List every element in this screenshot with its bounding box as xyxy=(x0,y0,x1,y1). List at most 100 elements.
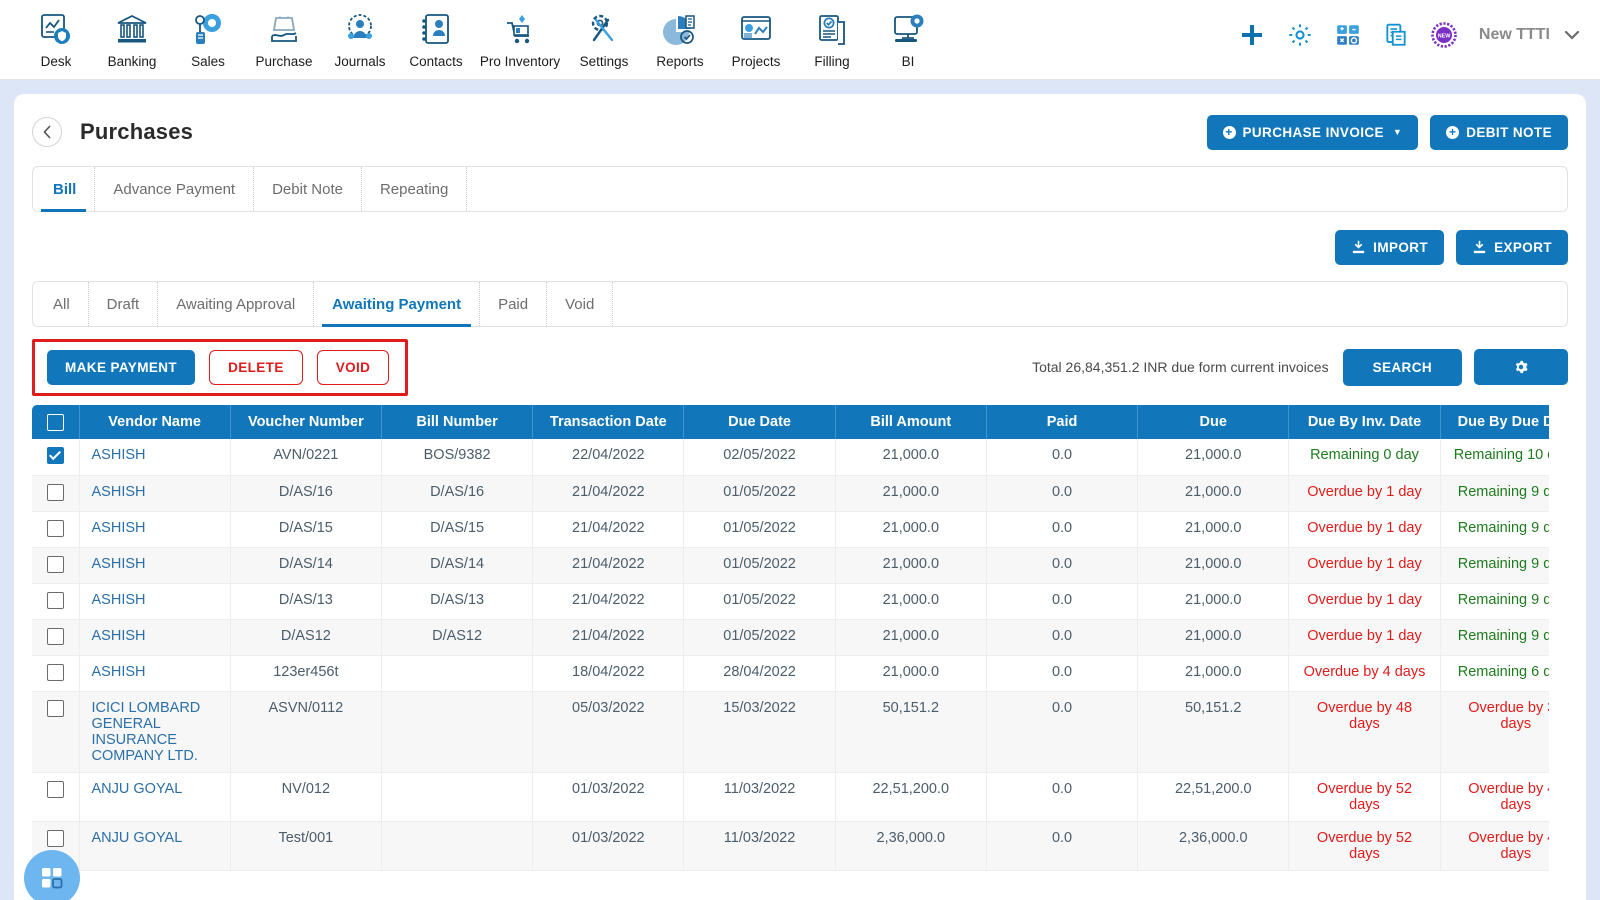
cell-due-by-due: Overdue by 38 days xyxy=(1440,691,1549,773)
make-payment-button[interactable]: MAKE PAYMENT xyxy=(47,349,196,385)
tab-void[interactable]: Void xyxy=(547,282,614,326)
vendor-link[interactable]: ASHISH xyxy=(92,592,146,608)
cell-vendor[interactable]: ICICI LOMBARD GENERAL INSURANCE COMPANY … xyxy=(79,691,231,773)
nav-item-sales[interactable]: Sales xyxy=(170,6,246,69)
cell-due: 22,51,200.0 xyxy=(1137,772,1290,822)
tab-paid[interactable]: Paid xyxy=(480,282,548,326)
nav-item-pro-inventory[interactable]: Pro Inventory xyxy=(474,6,566,69)
new-badge-icon[interactable]: NEW xyxy=(1431,22,1457,48)
calculator-icon[interactable] xyxy=(1335,22,1361,48)
cell-vendor[interactable]: ASHISH xyxy=(79,619,231,656)
debit-note-button[interactable]: + DEBIT NOTE xyxy=(1430,114,1568,150)
svg-text:NEW: NEW xyxy=(1438,33,1451,39)
vendor-link[interactable]: ASHISH xyxy=(92,664,146,680)
tab-bill[interactable]: Bill xyxy=(33,167,96,212)
void-button[interactable]: VOID xyxy=(316,349,390,385)
nav-item-banking[interactable]: Banking xyxy=(94,6,170,69)
table-row[interactable]: ASHISH D/AS/15 D/AS/15 21/04/2022 01/05/2022… xyxy=(32,511,1549,548)
tab-awaiting-payment[interactable]: Awaiting Payment xyxy=(314,282,481,327)
vendor-link[interactable]: ASHISH xyxy=(92,447,146,463)
search-button[interactable]: SEARCH xyxy=(1342,348,1462,386)
nav-item-purchase[interactable]: Purchase xyxy=(246,6,322,69)
vendor-link[interactable]: ASHISH xyxy=(92,520,146,536)
row-checkbox[interactable] xyxy=(46,447,64,464)
import-label: IMPORT xyxy=(1373,240,1429,255)
table-row[interactable]: ASHISH 123er456t 18/04/2022 28/04/2022 21,00… xyxy=(32,655,1549,692)
select-all-header[interactable] xyxy=(32,405,80,439)
cell-vendor[interactable]: ASHISH xyxy=(79,583,231,620)
row-checkbox[interactable] xyxy=(46,627,64,645)
reports-pie-icon xyxy=(662,8,698,52)
cell-vendor[interactable]: ANJU GOYAL xyxy=(79,772,231,822)
row-checkbox[interactable] xyxy=(46,591,64,609)
vendor-link[interactable]: ANJU GOYAL xyxy=(92,781,183,797)
nav-item-reports[interactable]: Reports xyxy=(642,6,718,69)
vendor-link[interactable]: ANJU GOYAL xyxy=(92,830,183,846)
nav-item-projects[interactable]: Projects xyxy=(718,6,794,69)
row-select-cell[interactable] xyxy=(32,691,80,773)
add-plus-icon[interactable] xyxy=(1239,22,1265,48)
table-row[interactable]: ASHISH D/AS/16 D/AS/16 21/04/2022 01/05/2022… xyxy=(32,475,1549,512)
total-due-text: Total 26,84,351.2 INR due form current i… xyxy=(1032,359,1329,375)
row-select-cell[interactable] xyxy=(32,511,80,548)
tab-draft[interactable]: Draft xyxy=(89,282,159,326)
cell-vendor[interactable]: ANJU GOYAL xyxy=(79,821,231,871)
purchase-invoice-button[interactable]: + PURCHASE INVOICE ▼ xyxy=(1206,114,1419,150)
apps-grid-fab[interactable] xyxy=(24,850,80,900)
table-row[interactable]: ICICI LOMBARD GENERAL INSURANCE COMPANY … xyxy=(32,691,1549,773)
vendor-link[interactable]: ICICI LOMBARD GENERAL INSURANCE COMPANY … xyxy=(92,700,201,764)
nav-item-journals[interactable]: Journals xyxy=(322,6,398,69)
table-row[interactable]: ANJU GOYAL NV/012 01/03/2022 11/03/2022 22,5… xyxy=(32,772,1549,822)
cell-paid: 0.0 xyxy=(986,475,1139,512)
export-button[interactable]: EXPORT xyxy=(1456,230,1568,265)
nav-item-bi[interactable]: BI xyxy=(870,6,946,69)
cell-vendor[interactable]: ASHISH xyxy=(79,511,231,548)
row-checkbox[interactable] xyxy=(46,829,64,847)
row-select-cell[interactable] xyxy=(32,439,80,476)
cell-vendor[interactable]: ASHISH xyxy=(79,547,231,584)
row-select-cell[interactable] xyxy=(32,619,80,656)
row-checkbox[interactable] xyxy=(46,663,64,681)
table-row[interactable]: ASHISH D/AS12 D/AS12 21/04/2022 01/05/2022 21… xyxy=(32,619,1549,656)
delete-button[interactable]: DELETE xyxy=(209,349,303,385)
row-select-cell[interactable] xyxy=(32,655,80,692)
select-all-checkbox[interactable] xyxy=(46,413,64,431)
row-checkbox[interactable] xyxy=(46,555,64,573)
row-select-cell[interactable] xyxy=(32,475,80,512)
row-checkbox[interactable] xyxy=(46,519,64,537)
row-checkbox[interactable] xyxy=(46,780,64,798)
cell-due: 21,000.0 xyxy=(1137,547,1290,584)
row-checkbox[interactable] xyxy=(46,699,64,717)
row-select-cell[interactable] xyxy=(32,583,80,620)
vendor-link[interactable]: ASHISH xyxy=(92,484,146,500)
cell-vendor[interactable]: ASHISH xyxy=(79,475,231,512)
tab-debit-note[interactable]: Debit Note xyxy=(254,167,362,211)
nav-item-contacts[interactable]: Contacts xyxy=(398,6,474,69)
row-checkbox[interactable] xyxy=(46,483,64,501)
bills-table-container[interactable]: Vendor Name Voucher Number Bill Number Tran… xyxy=(32,405,1549,871)
nav-item-desk[interactable]: Desk xyxy=(18,6,94,69)
nav-item-filling[interactable]: Filling xyxy=(794,6,870,69)
table-row[interactable]: ASHISH D/AS/13 D/AS/13 21/04/2022 01/05/2022… xyxy=(32,583,1549,620)
tab-all[interactable]: All xyxy=(33,282,89,326)
tab-repeating[interactable]: Repeating xyxy=(362,167,468,211)
nav-item-settings[interactable]: Settings xyxy=(566,6,642,69)
row-select-cell[interactable] xyxy=(32,772,80,822)
row-select-cell[interactable] xyxy=(32,547,80,584)
tab-advance-payment[interactable]: Advance Payment xyxy=(95,167,255,211)
table-row[interactable]: ANJU GOYAL Test/001 01/03/2022 11/03/2022 2,… xyxy=(32,821,1549,871)
nav-item-label: Desk xyxy=(40,54,72,69)
table-row[interactable]: ASHISH D/AS/14 D/AS/14 21/04/2022 01/05/2022… xyxy=(32,547,1549,584)
tab-awaiting-approval[interactable]: Awaiting Approval xyxy=(158,282,315,326)
document-icon[interactable] xyxy=(1383,22,1409,48)
vendor-link[interactable]: ASHISH xyxy=(92,556,146,572)
table-row[interactable]: ASHISH AVN/0221 BOS/9382 22/04/2022 02/05/20… xyxy=(32,439,1549,476)
organization-switcher[interactable]: New TTTI xyxy=(1479,25,1582,45)
import-button[interactable]: IMPORT xyxy=(1335,230,1445,265)
cell-vendor[interactable]: ASHISH xyxy=(79,439,231,476)
vendor-link[interactable]: ASHISH xyxy=(92,628,146,644)
table-settings-button[interactable] xyxy=(1474,349,1568,385)
cell-vendor[interactable]: ASHISH xyxy=(79,655,231,692)
back-button[interactable] xyxy=(32,117,62,147)
gear-icon[interactable] xyxy=(1287,22,1313,48)
